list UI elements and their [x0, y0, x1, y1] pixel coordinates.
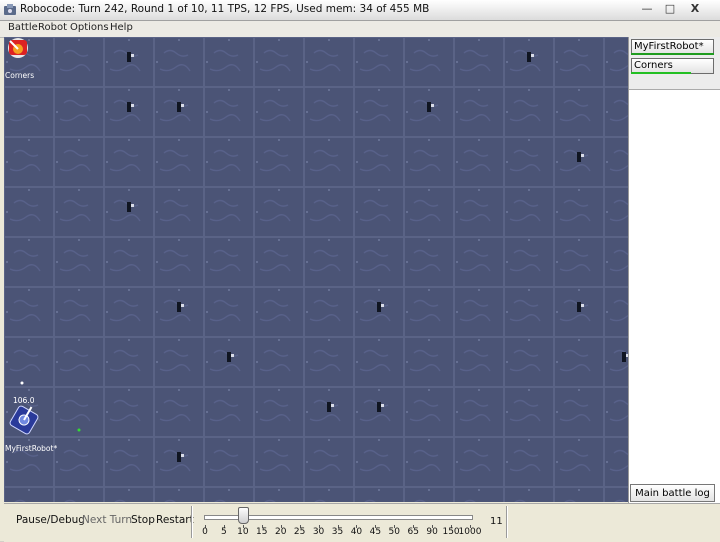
- robot-sidebar: MyFirstRobot* Corners Main battle log: [628, 37, 720, 503]
- tps-tick-label: 45: [369, 527, 382, 537]
- tps-tick-label: 1000: [458, 527, 482, 537]
- battle-controls: Pause/Debug Next Turn Stop Restart 0 5 10 1…: [4, 503, 720, 542]
- tps-tick-label: 15: [256, 527, 268, 537]
- window-title: Robocode: Turn 242, Round 1 of 10, 11 TP…: [20, 3, 430, 15]
- tps-tick-label: 50: [388, 527, 401, 537]
- tps-tick-label: 10: [237, 527, 249, 537]
- tps-tick-label: 30: [312, 527, 325, 537]
- robocode-window: Robocode: Turn 242, Round 1 of 10, 11 TP…: [0, 0, 720, 542]
- battle-arena[interactable]: Corners 106.0 MyFirstRobot*: [4, 37, 629, 502]
- menu-help[interactable]: Help: [110, 22, 133, 33]
- robot-buttons-panel: MyFirstRobot* Corners: [629, 37, 720, 90]
- minimize-button[interactable]: —: [637, 1, 657, 18]
- separator: [506, 506, 508, 538]
- robot-myfirstrobot-label: MyFirstRobot*: [5, 444, 57, 453]
- menu-battle[interactable]: Battle: [8, 22, 38, 33]
- close-button[interactable]: X: [685, 1, 705, 18]
- separator: [191, 506, 193, 538]
- robot-button-label: Corners: [634, 60, 673, 71]
- scan-dot: [77, 428, 81, 432]
- tps-slider-thumb[interactable]: [237, 507, 249, 524]
- tps-value: 11: [490, 516, 503, 527]
- menu-robot[interactable]: Robot: [38, 22, 67, 33]
- robot-button-label: MyFirstRobot*: [634, 41, 704, 52]
- bullet: [20, 381, 24, 385]
- next-turn-button[interactable]: Next Turn: [82, 514, 132, 526]
- robot-corners: [8, 38, 28, 58]
- tps-tick-label: 35: [331, 527, 344, 537]
- tps-tick-label: 150: [442, 527, 460, 537]
- maximize-button[interactable]: □: [660, 1, 680, 18]
- tps-tick-label: 5: [221, 527, 227, 537]
- robocode-app-icon: [4, 4, 16, 15]
- menu-options[interactable]: Options: [70, 22, 109, 33]
- arena-canvas: Corners 106.0 MyFirstRobot*: [4, 37, 628, 502]
- tps-tick-label: 40: [350, 527, 363, 537]
- tps-tick-label: 25: [293, 527, 306, 537]
- menu-bar: Battle Robot Options Help: [0, 21, 720, 38]
- restart-button[interactable]: Restart: [156, 514, 194, 526]
- robot-energy-label: 106.0: [13, 396, 35, 405]
- tps-tick-label: 20: [274, 527, 287, 537]
- tps-tick-label: 65: [407, 527, 419, 537]
- main-battle-log-button[interactable]: Main battle log: [630, 484, 715, 502]
- pause-debug-button[interactable]: Pause/Debug: [16, 514, 85, 526]
- tps-tick-label: 0: [202, 527, 208, 537]
- tps-tick-label: 90: [426, 527, 438, 537]
- robot-corners-label: Corners: [5, 71, 34, 80]
- title-bar[interactable]: Robocode: Turn 242, Round 1 of 10, 11 TP…: [0, 0, 720, 21]
- stop-button[interactable]: Stop: [131, 514, 155, 526]
- energy-bar-myfirstrobot: [631, 53, 714, 55]
- energy-bar-corners: [631, 72, 691, 74]
